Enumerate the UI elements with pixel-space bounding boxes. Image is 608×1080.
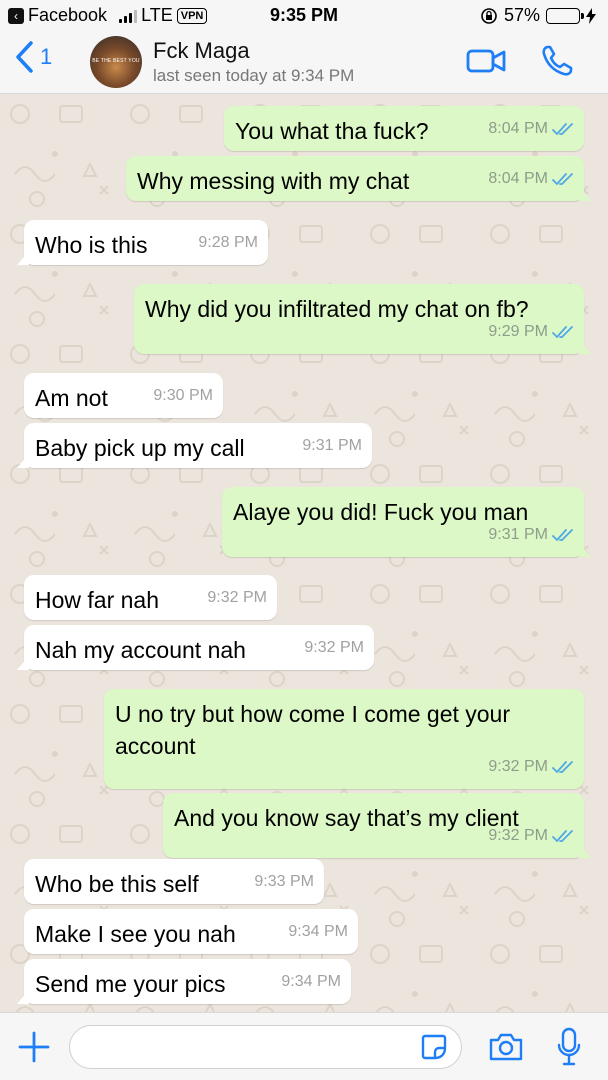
message-text: Send me your pics (35, 971, 226, 997)
message-bubble-incoming[interactable]: How far nah 9:32 PM (24, 575, 277, 620)
message-input[interactable] (69, 1025, 462, 1069)
message-meta: 9:31 PM (488, 519, 574, 551)
message-bubble-incoming[interactable]: Send me your pics 9:34 PM (24, 959, 351, 1004)
message-time: 9:31 PM (302, 437, 362, 454)
message-bubble-incoming[interactable]: Am not 9:30 PM (24, 373, 223, 418)
last-seen-status: last seen today at 9:34 PM (153, 66, 355, 85)
video-camera-icon[interactable] (466, 46, 506, 76)
message-text: Nah my account nah (35, 637, 246, 663)
message-bubble-incoming[interactable]: Nah my account nah 9:32 PM (24, 625, 374, 670)
read-receipt-icon (552, 173, 573, 185)
charging-icon (586, 7, 596, 24)
message-bubble-outgoing[interactable]: U no try but how come I come get your ac… (104, 689, 584, 789)
status-bar: ‹ Facebook LTE VPN 9:35 PM 57% (0, 0, 608, 30)
message-meta: 9:32 PM (488, 751, 574, 783)
chat-header: 1 BE THE BEST YOU Fck Maga last seen tod… (0, 30, 608, 94)
message-time: 8:04 PM (488, 170, 548, 187)
message-meta: 9:33 PM (254, 866, 314, 898)
message-text: Make I see you nah (35, 921, 236, 947)
message-meta: 9:32 PM (488, 820, 574, 852)
message-bubble-outgoing[interactable]: Why messing with my chat 8:04 PM (126, 156, 584, 201)
chevron-left-icon (16, 41, 33, 73)
message-meta: 9:34 PM (288, 916, 348, 948)
message-meta: 9:31 PM (302, 430, 362, 462)
orientation-lock-icon (481, 7, 497, 24)
camera-icon[interactable] (488, 1031, 524, 1063)
message-meta: 9:28 PM (198, 227, 258, 259)
message-text: Who is this (35, 232, 148, 258)
message-time: 9:31 PM (488, 526, 548, 543)
message-text: Why messing with my chat (137, 168, 410, 194)
contact-name[interactable]: Fck Maga (153, 38, 250, 64)
message-meta: 9:32 PM (304, 632, 364, 664)
message-meta: 9:29 PM (488, 316, 574, 348)
read-receipt-icon (552, 761, 573, 773)
read-receipt-icon (552, 529, 573, 541)
message-text: Baby pick up my call (35, 435, 245, 461)
battery-icon (546, 7, 584, 24)
avatar-text: BE THE BEST YOU (92, 58, 140, 64)
message-bubble-outgoing[interactable]: You what tha fuck? 8:04 PM (224, 106, 584, 151)
message-time: 9:34 PM (288, 923, 348, 940)
read-receipt-icon (552, 326, 573, 338)
message-text: How far nah (35, 587, 160, 613)
sticker-icon[interactable] (420, 1033, 448, 1061)
message-meta: 9:30 PM (153, 380, 213, 412)
message-text: You what tha fuck? (235, 118, 429, 144)
message-time: 9:28 PM (198, 234, 258, 251)
message-time: 9:29 PM (488, 323, 548, 340)
message-time: 9:32 PM (488, 758, 548, 775)
input-bar (0, 1012, 608, 1080)
message-time: 9:33 PM (254, 873, 314, 890)
plus-icon[interactable] (18, 1031, 50, 1063)
message-text: Who be this self (35, 871, 199, 897)
message-meta: 9:32 PM (207, 582, 267, 614)
read-receipt-icon (552, 123, 573, 135)
message-meta: 8:04 PM (488, 163, 574, 195)
message-bubble-outgoing[interactable]: And you know say that’s my client 9:32 PM (163, 793, 584, 858)
message-bubble-outgoing[interactable]: Alaye you did! Fuck you man 9:31 PM (222, 487, 584, 557)
battery-percent: 57% (503, 5, 540, 25)
message-text: Am not (35, 385, 108, 411)
message-time: 8:04 PM (488, 120, 548, 137)
message-time: 9:32 PM (488, 827, 548, 844)
read-receipt-icon (552, 830, 573, 842)
microphone-icon[interactable] (556, 1027, 582, 1067)
phone-icon[interactable] (540, 44, 574, 78)
message-bubble-incoming[interactable]: Make I see you nah 9:34 PM (24, 909, 358, 954)
message-meta: 9:34 PM (281, 966, 341, 998)
message-bubble-incoming[interactable]: Who be this self 9:33 PM (24, 859, 324, 904)
message-meta: 8:04 PM (488, 113, 574, 145)
back-button[interactable]: 1 (14, 40, 52, 74)
status-right: 57% (480, 5, 596, 26)
message-time: 9:34 PM (281, 973, 341, 990)
chat-area[interactable]: You what tha fuck? 8:04 PM Why messing wit… (0, 94, 608, 1012)
message-bubble-incoming[interactable]: Who is this 9:28 PM (24, 220, 268, 265)
message-time: 9:32 PM (207, 589, 267, 606)
message-bubble-outgoing[interactable]: Why did you infiltrated my chat on fb? 9:… (134, 284, 584, 354)
message-time: 9:30 PM (153, 387, 213, 404)
unread-count: 1 (40, 44, 53, 69)
message-bubble-incoming[interactable]: Baby pick up my call 9:31 PM (24, 423, 372, 468)
avatar[interactable]: BE THE BEST YOU (90, 36, 142, 88)
message-time: 9:32 PM (304, 639, 364, 656)
